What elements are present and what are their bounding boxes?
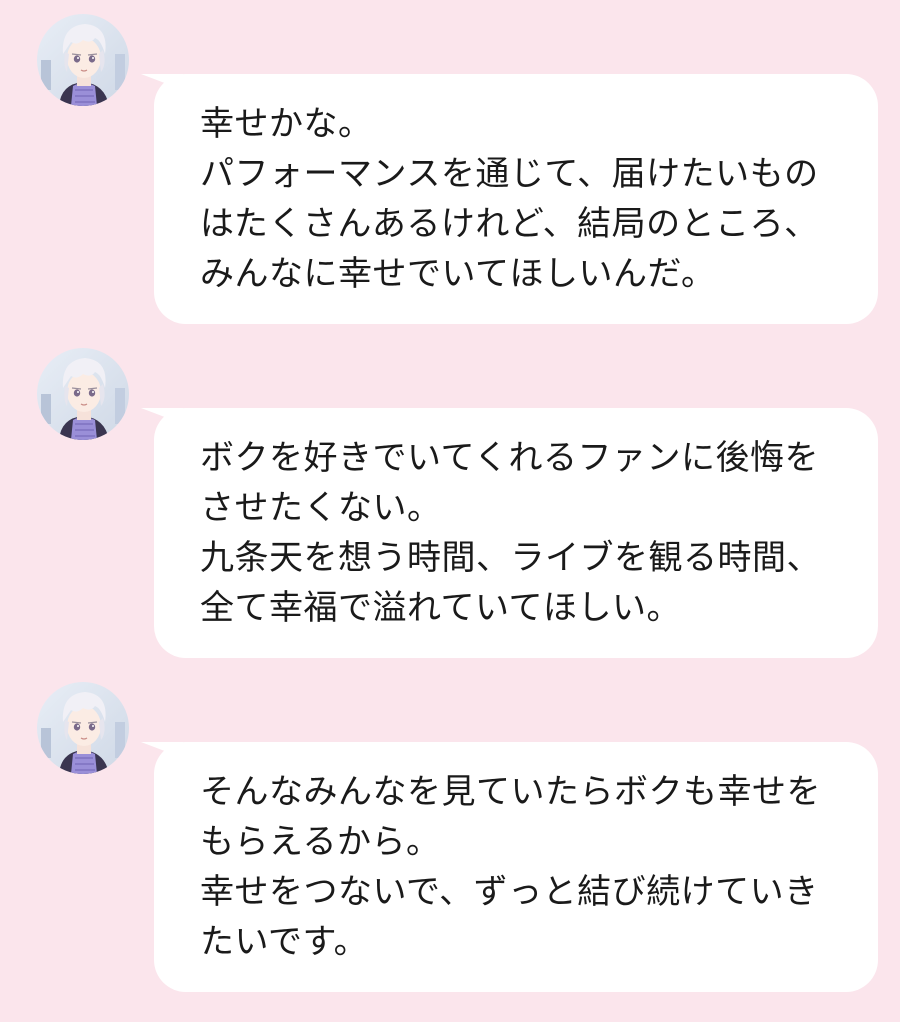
character-portrait-icon[interactable]	[37, 348, 129, 440]
message-line: はたくさんあるけれど、結局のところ、	[200, 204, 819, 244]
message-line: たいです。	[200, 922, 369, 962]
bubble-tail	[141, 408, 183, 424]
message-line: みんなに幸せでいてほしいんだ。	[200, 254, 716, 294]
message-line: 幸せをつないで、ずっと結び続けていき	[200, 872, 819, 912]
message-bubble: 幸せかな。 パフォーマンスを通じて、届けたいもの はたくさんあるけれど、結局のと…	[141, 74, 878, 324]
message-line: させたくない。	[200, 488, 442, 528]
message-line: ボクを好きでいてくれるファンに後悔を	[200, 438, 819, 478]
chat-area[interactable]: 幸せかな。 パフォーマンスを通じて、届けたいもの はたくさんあるけれど、結局のと…	[0, 0, 900, 1022]
message-line: 九条天を想う時間、ライブを観る時間、	[200, 538, 821, 578]
bubble-tail	[141, 74, 183, 90]
message-bubble: そんなみんなを見ていたらボクも幸せを もらえるから。 幸せをつないで、ずっと結び…	[141, 742, 878, 992]
message-line: パフォーマンスを通じて、届けたいもの	[200, 154, 819, 194]
message-line: 幸せかな。	[200, 104, 373, 144]
message-line: そんなみんなを見ていたらボクも幸せを	[200, 772, 821, 812]
message-line: 全て幸福で溢れていてほしい。	[200, 588, 681, 628]
bubble-tail	[141, 742, 183, 758]
character-portrait-icon[interactable]	[37, 14, 129, 106]
character-portrait-icon[interactable]	[37, 682, 129, 774]
message-bubble: ボクを好きでいてくれるファンに後悔を させたくない。 九条天を想う時間、ライブを…	[141, 408, 878, 658]
message-line: もらえるから。	[200, 822, 441, 862]
